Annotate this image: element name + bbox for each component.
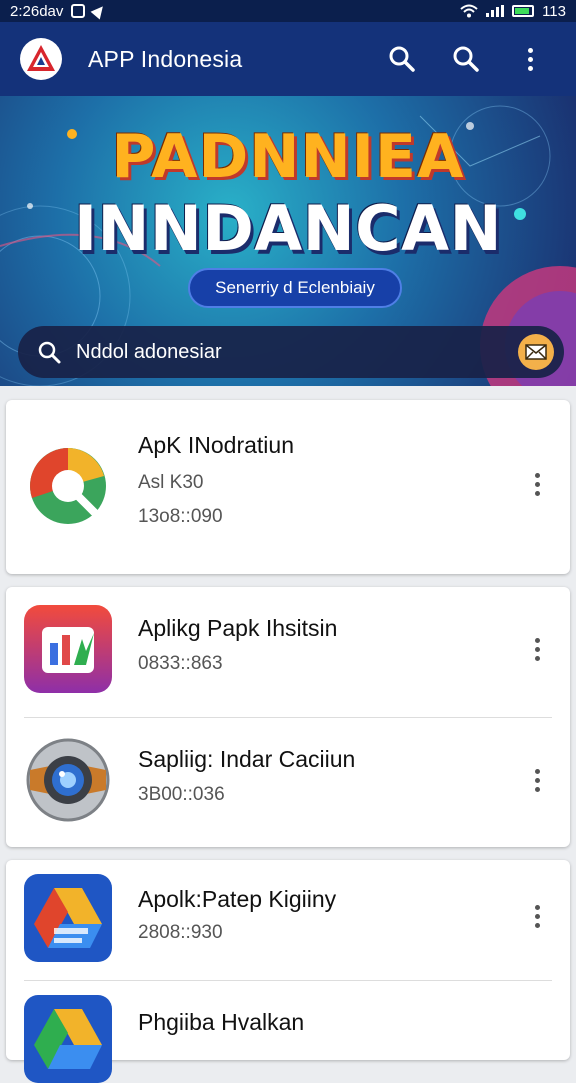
banner-subtitle-pill[interactable]: Senerriy d Eclenbiaiy — [188, 268, 402, 308]
app-icon-drive-2 — [24, 995, 112, 1083]
send-icon — [90, 2, 108, 20]
app-logo — [20, 38, 62, 80]
app-icon-drive — [24, 874, 112, 962]
app-card: Apolk:Patep Kigiiny 2808::930 Phgiiba Hv… — [6, 860, 570, 1083]
more-vert-icon — [527, 47, 533, 71]
battery-level: 113 — [542, 2, 566, 20]
app-icon-chrome — [30, 448, 106, 524]
app-card: Aplikg Papk Ihsitsin 0833::863 Sapliig: … — [6, 587, 570, 847]
more-vert-icon[interactable] — [522, 896, 552, 936]
search-button[interactable] — [376, 33, 428, 85]
app-title: APP Indonesia — [88, 45, 243, 72]
list-item[interactable]: Phgiiba Hvalkan — [6, 981, 570, 1083]
overflow-menu-button[interactable] — [504, 33, 556, 85]
app-icon-camera — [26, 738, 110, 822]
more-vert-icon[interactable] — [522, 464, 552, 504]
list-item[interactable]: ApK INodratiun Asl K30 13o8::090 — [6, 400, 570, 574]
banner-title-line2: INNDANCAN — [73, 192, 503, 265]
search-input[interactable]: Nddol adonesiar — [76, 341, 518, 364]
app-name: Phgiiba Hvalkan — [138, 1009, 305, 1035]
status-bar: 2:26dav 113 — [0, 0, 576, 22]
search-icon — [38, 341, 61, 364]
app-meta: Asl K30 — [138, 472, 204, 493]
app-name: ApK INodratiun — [138, 432, 294, 458]
status-left: 2:26dav — [10, 2, 108, 20]
app-bar: APP Indonesia — [0, 22, 576, 96]
mail-button[interactable] — [518, 334, 554, 370]
app-size: 0833::863 — [138, 653, 223, 674]
app-name: Aplikg Papk Ihsitsin — [138, 615, 338, 641]
status-time: 2:26dav — [10, 2, 64, 20]
list-item[interactable]: Sapliig: Indar Caciiun 3B00::036 — [6, 718, 570, 847]
banner-title-line1: PADNNIEA — [111, 122, 465, 192]
search-button-secondary[interactable] — [440, 33, 492, 85]
app-icon-gallery — [24, 605, 112, 693]
promo-banner[interactable]: PADNNIEA INNDANCAN Senerriy d Eclenbiaiy… — [0, 96, 576, 386]
more-vert-icon[interactable] — [522, 629, 552, 669]
app-card: ApK INodratiun Asl K30 13o8::090 — [6, 400, 570, 574]
battery-icon — [512, 5, 535, 17]
status-right: 113 — [460, 3, 566, 20]
app-name: Apolk:Patep Kigiiny — [138, 886, 337, 912]
search-icon — [453, 46, 479, 72]
app-size: 13o8::090 — [138, 506, 223, 527]
more-vert-icon[interactable] — [522, 760, 552, 800]
app-size: 2808::930 — [138, 922, 223, 943]
search-bar[interactable]: Nddol adonesiar — [18, 326, 564, 378]
wifi-icon — [460, 4, 478, 18]
app-size: 3B00::036 — [138, 784, 225, 805]
app-name: Sapliig: Indar Caciiun — [138, 746, 356, 772]
mail-icon — [525, 344, 547, 360]
list-item[interactable]: Aplikg Papk Ihsitsin 0833::863 — [6, 587, 570, 717]
signal-icon — [486, 5, 505, 17]
search-icon — [389, 46, 415, 72]
logo-icon — [27, 45, 55, 71]
notification-icon — [71, 4, 86, 18]
list-item[interactable]: Apolk:Patep Kigiiny 2808::930 — [6, 860, 570, 980]
